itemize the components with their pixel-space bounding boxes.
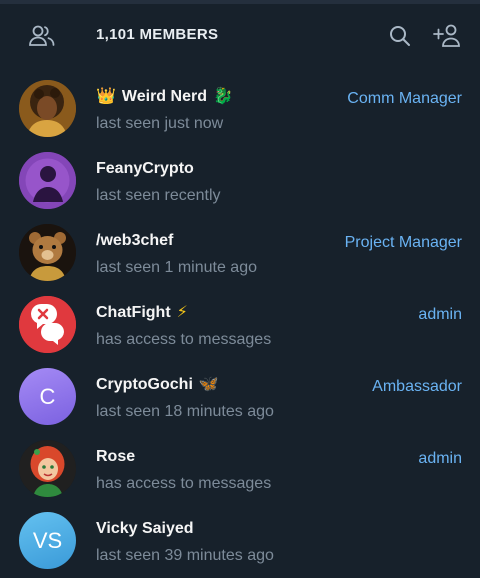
member-role: Project Manager: [344, 234, 462, 251]
member-name-line: FeanyCrypto: [96, 160, 194, 178]
member-name-line: CryptoGochi 🦋: [96, 376, 219, 394]
member-name-line: ChatFight ⚡: [96, 304, 188, 322]
add-member-icon[interactable]: [431, 20, 463, 52]
member-name-line: Vicky Saiyed: [96, 520, 194, 538]
member-row-vicky-saiyed[interactable]: VS Vicky Saiyed last seen 39 minutes ago: [0, 506, 480, 578]
initials-avatar: C: [19, 368, 76, 425]
member-role: Ambassador: [372, 378, 462, 395]
member-name-line: Rose: [96, 448, 135, 466]
members-icon[interactable]: [26, 20, 58, 52]
member-status: has access to messages: [96, 475, 272, 492]
bear-avatar: [19, 224, 76, 281]
member-row-web3chef[interactable]: /web3chef last seen 1 minute ago Project…: [0, 218, 480, 290]
cartoon-girl-avatar: [19, 440, 76, 497]
member-row-rose[interactable]: Rose has access to messages admin: [0, 434, 480, 506]
members-header: 1,101 MEMBERS: [0, 4, 480, 68]
member-role: Comm Manager: [347, 90, 462, 107]
member-status: has access to messages: [96, 331, 272, 348]
members-count: 1,101 MEMBERS: [96, 26, 219, 43]
member-name-line: /web3chef: [96, 232, 173, 250]
initials-avatar: VS: [19, 512, 76, 569]
member-role: admin: [418, 450, 462, 467]
member-name: ChatFight: [96, 304, 171, 321]
avatar-initials: C: [39, 383, 56, 409]
crown-emoji: 👑: [96, 88, 116, 105]
member-name: Weird Nerd: [121, 88, 207, 105]
member-name: Vicky Saiyed: [96, 520, 194, 537]
member-row-chatfight[interactable]: ChatFight ⚡ has access to messages admin: [0, 290, 480, 362]
member-list: 👑 Weird Nerd 🐉 last seen just now Comm M…: [0, 74, 480, 578]
butterfly-emoji: 🦋: [198, 376, 219, 393]
search-icon[interactable]: [384, 20, 416, 52]
member-name: Rose: [96, 448, 136, 465]
member-name: FeanyCrypto: [96, 160, 194, 177]
avatar-initials: VS: [32, 527, 63, 553]
member-row-cryptogochi[interactable]: C CryptoGochi 🦋 last seen 18 minutes ago…: [0, 362, 480, 434]
portrait-avatar: [19, 80, 76, 137]
member-name-line: 👑 Weird Nerd 🐉: [96, 88, 233, 106]
member-row-feanycrypto[interactable]: FeanyCrypto last seen recently: [0, 146, 480, 218]
member-status: last seen recently: [96, 187, 221, 204]
chat-bubbles-logo-avatar: [19, 296, 76, 353]
lightning-emoji: ⚡: [176, 304, 188, 321]
member-status: last seen 18 minutes ago: [96, 403, 274, 420]
member-name: CryptoGochi: [96, 376, 193, 393]
member-status: last seen 39 minutes ago: [96, 547, 274, 564]
member-role: admin: [418, 306, 462, 323]
member-status: last seen just now: [96, 115, 224, 132]
dragon-emoji: 🐉: [212, 88, 233, 105]
member-row-weird-nerd[interactable]: 👑 Weird Nerd 🐉 last seen just now Comm M…: [0, 74, 480, 146]
member-status: last seen 1 minute ago: [96, 259, 257, 276]
member-name: /web3chef: [96, 232, 174, 249]
purple-figure-avatar: [19, 152, 76, 209]
